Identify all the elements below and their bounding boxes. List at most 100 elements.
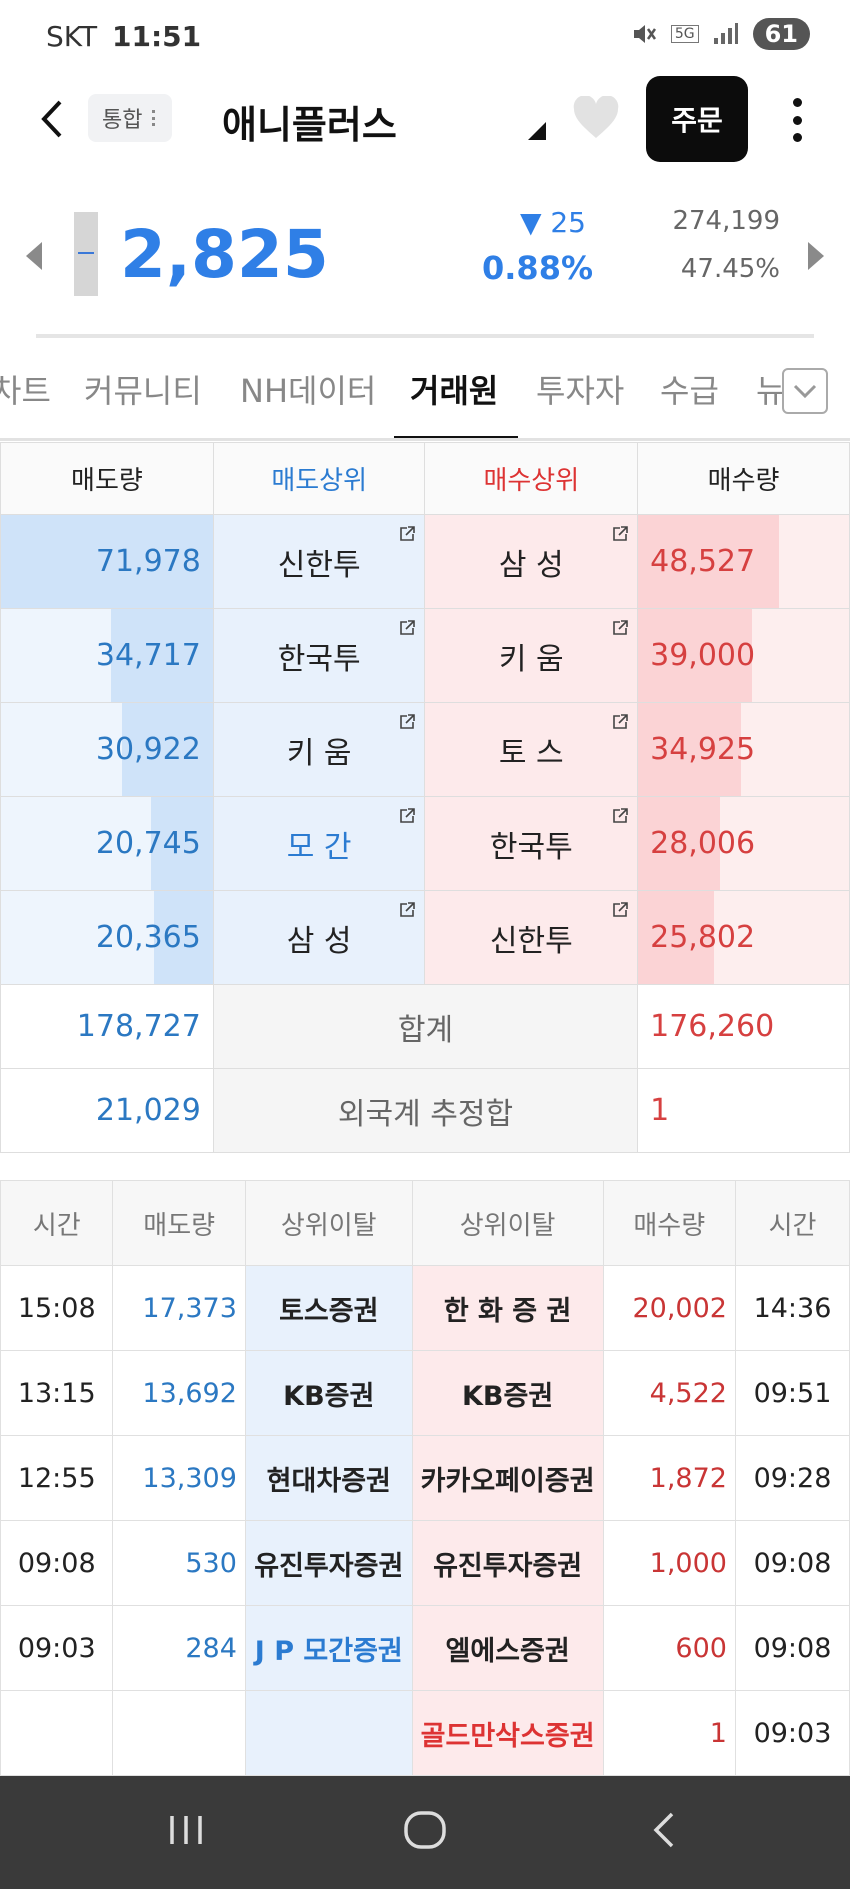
external-link-icon[interactable] [611, 619, 629, 637]
header-buy-deviation: 상위이탈 [411, 1180, 604, 1266]
header-sell-time: 시간 [0, 1180, 114, 1266]
buy-broker-name: 한국투 [489, 829, 573, 865]
prev-stock-icon[interactable] [26, 242, 42, 270]
tab-investors[interactable]: 투자자 [536, 366, 624, 412]
buy-qty: 1 [602, 1690, 736, 1776]
sell-qty: 530 [112, 1520, 246, 1606]
buy-qty-cell: 39,000 [637, 608, 850, 703]
buy-time: 09:03 [734, 1690, 850, 1776]
buy-time: 09:08 [734, 1520, 850, 1606]
expand-corner-icon[interactable] [528, 122, 546, 140]
sell-qty: 20,365 [95, 920, 201, 955]
buy-qty: 20,002 [602, 1265, 736, 1351]
total-label: 합계 [212, 984, 639, 1069]
deviation-row: 골드만삭스증권 1 09:03 [0, 1690, 850, 1776]
sell-deviation-broker: 현대차증권 [244, 1435, 413, 1521]
sell-qty-cell: 30,922 [0, 702, 214, 797]
buy-qty-cell: 28,006 [637, 796, 850, 891]
external-link-icon[interactable] [611, 525, 629, 543]
buy-time: 09:51 [734, 1350, 850, 1436]
current-price: 2,825 [120, 216, 329, 293]
deviation-row: 13:15 13,692 KB증권 KB증권 4,522 09:51 [0, 1350, 850, 1436]
sell-qty [112, 1690, 246, 1776]
broker-row: 34,717 한국투 키 움 39,000 [0, 608, 850, 703]
external-link-icon[interactable] [398, 901, 416, 919]
external-link-icon[interactable] [611, 713, 629, 731]
sell-broker-name: 삼 성 [286, 923, 352, 959]
tab-brokers[interactable]: 거래원 [410, 366, 498, 412]
sell-qty-cell: 71,978 [0, 514, 214, 609]
recents-icon[interactable] [166, 1810, 206, 1850]
external-link-icon[interactable] [398, 619, 416, 637]
deviation-row: 12:55 13,309 현대차증권 카카오페이증권 1,872 09:28 [0, 1435, 850, 1521]
sell-broker[interactable]: 한국투 [212, 608, 426, 703]
tab-nh-data[interactable]: NH데이터 [240, 366, 376, 412]
order-button[interactable]: 주문 [646, 76, 748, 162]
sell-deviation-broker: 토스증권 [244, 1265, 413, 1351]
sell-time: 09:08 [0, 1520, 114, 1606]
sell-deviation-broker: 유진투자증권 [244, 1520, 413, 1606]
tab-supply[interactable]: 수급 [660, 366, 719, 412]
broker-row: 71,978 신한투 삼 성 48,527 [0, 514, 850, 609]
external-link-icon[interactable] [611, 901, 629, 919]
sell-qty: 30,922 [95, 732, 201, 767]
sell-broker-name: 키 움 [286, 735, 352, 771]
buy-qty-cell: 48,527 [637, 514, 850, 609]
sell-deviation-broker: KB증권 [244, 1350, 413, 1436]
sell-broker-name: 신한투 [277, 547, 361, 583]
sell-broker[interactable]: 키 움 [212, 702, 426, 797]
broker-table-header: 매도량 매도상위 매수상위 매수량 [0, 442, 850, 515]
buy-broker-name: 키 움 [498, 641, 564, 677]
buy-qty-cell: 34,925 [637, 702, 850, 797]
sell-broker[interactable]: 신한투 [212, 514, 426, 609]
chevron-down-icon [793, 384, 817, 399]
deviation-header: 시간 매도량 상위이탈 상위이탈 매수량 시간 [0, 1180, 850, 1266]
total-row: 178,727 합계 176,260 [0, 984, 850, 1069]
sell-qty: 13,692 [112, 1350, 246, 1436]
external-link-icon[interactable] [398, 525, 416, 543]
external-link-icon[interactable] [398, 807, 416, 825]
status-right: 5G 61 [631, 18, 810, 50]
stock-name[interactable]: 애니플러스 [222, 94, 397, 149]
tab-chart[interactable]: 차트 [0, 366, 51, 412]
foreign-sell: 21,029 [0, 1068, 214, 1153]
buy-broker[interactable]: 삼 성 [424, 514, 639, 609]
buy-qty-cell: 25,802 [637, 890, 850, 985]
signal-icon [713, 23, 738, 44]
sell-time [0, 1690, 114, 1776]
buy-deviation-broker: 유진투자증권 [411, 1520, 604, 1606]
buy-qty: 34,925 [650, 732, 756, 767]
header-buy-qty: 매수량 [602, 1180, 736, 1266]
foreign-row: 21,029 외국계 추정합 1 [0, 1068, 850, 1153]
header-buy-top: 매수상위 [424, 442, 639, 515]
home-icon[interactable] [402, 1810, 448, 1850]
next-stock-icon[interactable] [808, 242, 824, 270]
buy-broker[interactable]: 키 움 [424, 608, 639, 703]
tab-menu-button[interactable] [782, 368, 828, 414]
buy-broker[interactable]: 신한투 [424, 890, 639, 985]
tab-community[interactable]: 커뮤니티 [84, 366, 202, 412]
heart-icon[interactable] [572, 96, 620, 140]
buy-qty: 28,006 [650, 826, 756, 861]
sell-qty-cell: 20,365 [0, 890, 214, 985]
carrier: SKT [46, 20, 98, 53]
chevron-left-icon[interactable] [34, 94, 74, 144]
buy-qty: 1,000 [602, 1520, 736, 1606]
deviation-row: 15:08 17,373 토스증권 한 화 증 권 20,002 14:36 [0, 1265, 850, 1351]
change-amount: ▼ 25 [519, 206, 586, 239]
drag-dots-icon [152, 110, 158, 126]
sell-broker[interactable]: 모 간 [212, 796, 426, 891]
back-nav-icon[interactable] [648, 1810, 680, 1850]
external-link-icon[interactable] [611, 807, 629, 825]
network-badge: 5G [670, 25, 699, 43]
broker-row: 20,365 삼 성 신한투 25,802 [0, 890, 850, 985]
buy-broker[interactable]: 토 스 [424, 702, 639, 797]
buy-broker[interactable]: 한국투 [424, 796, 639, 891]
market-tag[interactable]: 통합 [88, 94, 173, 142]
sell-time: 15:08 [0, 1265, 114, 1351]
header-sell-qty: 매도량 [112, 1180, 246, 1266]
more-icon[interactable] [790, 98, 804, 142]
external-link-icon[interactable] [398, 713, 416, 731]
sell-broker[interactable]: 삼 성 [212, 890, 426, 985]
deviation-table: 시간 매도량 상위이탈 상위이탈 매수량 시간 15:08 17,373 토스증권 한… [0, 1180, 850, 1776]
